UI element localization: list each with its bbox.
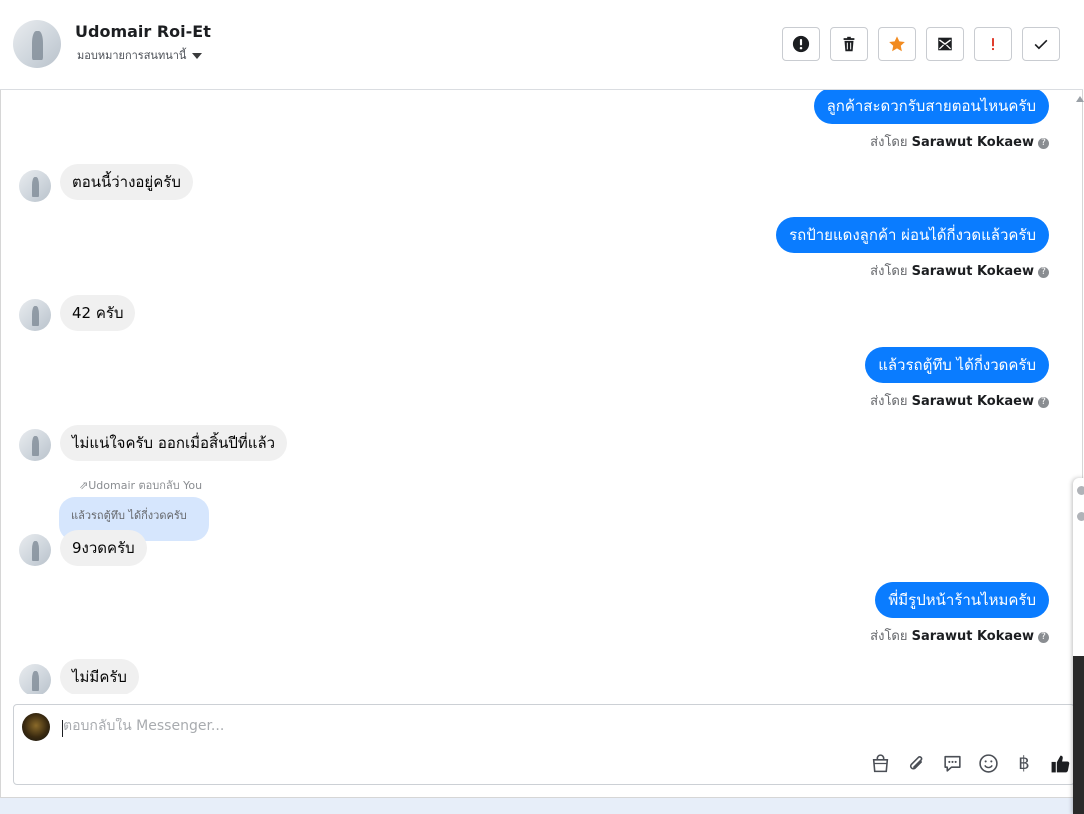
check-icon (1034, 39, 1048, 50)
message-composer: ฿ (13, 704, 1075, 785)
thumbs-up-icon (1051, 755, 1069, 772)
help-icon[interactable]: ? (1038, 267, 1049, 278)
assign-conversation-dropdown[interactable]: มอบหมายการสนทนานี้ (77, 46, 203, 64)
sender-name: Sarawut Kokaew (911, 264, 1034, 279)
mark-done-button[interactable] (1022, 27, 1060, 61)
trash-icon (843, 36, 855, 52)
contact-avatar[interactable] (13, 20, 61, 68)
contact-avatar-small[interactable] (19, 170, 51, 202)
help-icon[interactable]: ? (1038, 632, 1049, 643)
star-button[interactable] (878, 27, 916, 61)
like-button[interactable] (1048, 751, 1072, 775)
message-list[interactable]: ลูกค้าสะดวกรับสายตอนไหนครับ ส่งโดย Saraw… (0, 90, 1072, 694)
incoming-message[interactable]: ตอนนี้ว่างอยู่ครับ (60, 164, 193, 200)
side-panel-dot[interactable] (1077, 486, 1084, 495)
outgoing-message[interactable]: รถป้ายแดงลูกค้า ผ่อนได้กี่งวดแล้วครับ (776, 217, 1049, 253)
contact-avatar-small[interactable] (19, 299, 51, 331)
payment-button[interactable]: ฿ (1012, 751, 1036, 775)
delete-button[interactable] (830, 27, 868, 61)
exclamation-icon (992, 38, 994, 51)
saved-reply-button[interactable] (940, 751, 964, 775)
incoming-message[interactable]: 9งวดครับ (60, 530, 147, 566)
outgoing-message[interactable]: ลูกค้าสะดวกรับสายตอนไหนครับ (813, 90, 1049, 124)
report-spam-button[interactable] (782, 27, 820, 61)
attach-button[interactable] (904, 751, 928, 775)
mark-unread-button[interactable] (926, 27, 964, 61)
sender-name: Sarawut Kokaew (911, 394, 1034, 409)
reply-input[interactable] (63, 718, 763, 734)
help-icon[interactable]: ? (1038, 397, 1049, 408)
sender-name: Sarawut Kokaew (911, 135, 1034, 150)
scroll-up-icon[interactable] (1076, 96, 1084, 102)
shopping-bag-icon (872, 753, 888, 772)
sent-by-label: ส่งโดย Sarawut Kokaew? (870, 260, 1049, 281)
conversation-header: Udomair Roi-Et มอบหมายการสนทนานี้ (0, 0, 1083, 90)
star-icon (889, 36, 905, 52)
contact-avatar-small[interactable] (19, 429, 51, 461)
outgoing-message[interactable]: แล้วรถตู้ทึบ ได้กี่งวดครับ (865, 347, 1049, 383)
incoming-message[interactable]: ไม่มีครับ (60, 659, 139, 694)
sent-by-label: ส่งโดย Sarawut Kokaew? (870, 390, 1049, 411)
contact-avatar-small[interactable] (19, 534, 51, 566)
outgoing-message[interactable]: พี่มีรูปหน้าร้านไหมครับ (875, 582, 1049, 618)
page-avatar (22, 713, 50, 741)
conversation-toolbar (782, 27, 1060, 61)
assign-conversation-label: มอบหมายการสนทนานี้ (77, 49, 187, 62)
sender-name: Sarawut Kokaew (911, 629, 1034, 644)
incoming-message[interactable]: ไม่แน่ใจครับ ออกเมื่อสิ้นปีที่แล้ว (60, 425, 288, 461)
caret-down-icon (192, 53, 203, 59)
contact-avatar-small[interactable] (19, 664, 51, 694)
report-spam-icon (792, 35, 810, 53)
composer-toolbar: ฿ (868, 751, 1072, 775)
help-icon[interactable]: ? (1038, 138, 1049, 149)
baht-icon: ฿ (1018, 752, 1030, 774)
incoming-message[interactable]: 42 ครับ (60, 295, 136, 331)
contact-name[interactable]: Udomair Roi-Et (75, 22, 211, 41)
side-panel-dot[interactable] (1077, 512, 1084, 521)
emoji-icon (978, 753, 998, 773)
emoji-button[interactable] (976, 751, 1000, 775)
sent-by-label: ส่งโดย Sarawut Kokaew? (870, 131, 1049, 152)
sent-by-label: ส่งโดย Sarawut Kokaew? (870, 625, 1049, 646)
paperclip-icon (909, 755, 922, 769)
follow-up-button[interactable] (974, 27, 1012, 61)
shopping-bag-button[interactable] (868, 751, 892, 775)
mark-unread-icon (938, 37, 952, 51)
reply-context-label: ⇗Udomair ตอบกลับ You (79, 479, 203, 492)
side-panel-dark-strip (1073, 656, 1084, 814)
saved-reply-icon (943, 755, 961, 772)
bottom-band (0, 798, 1084, 814)
